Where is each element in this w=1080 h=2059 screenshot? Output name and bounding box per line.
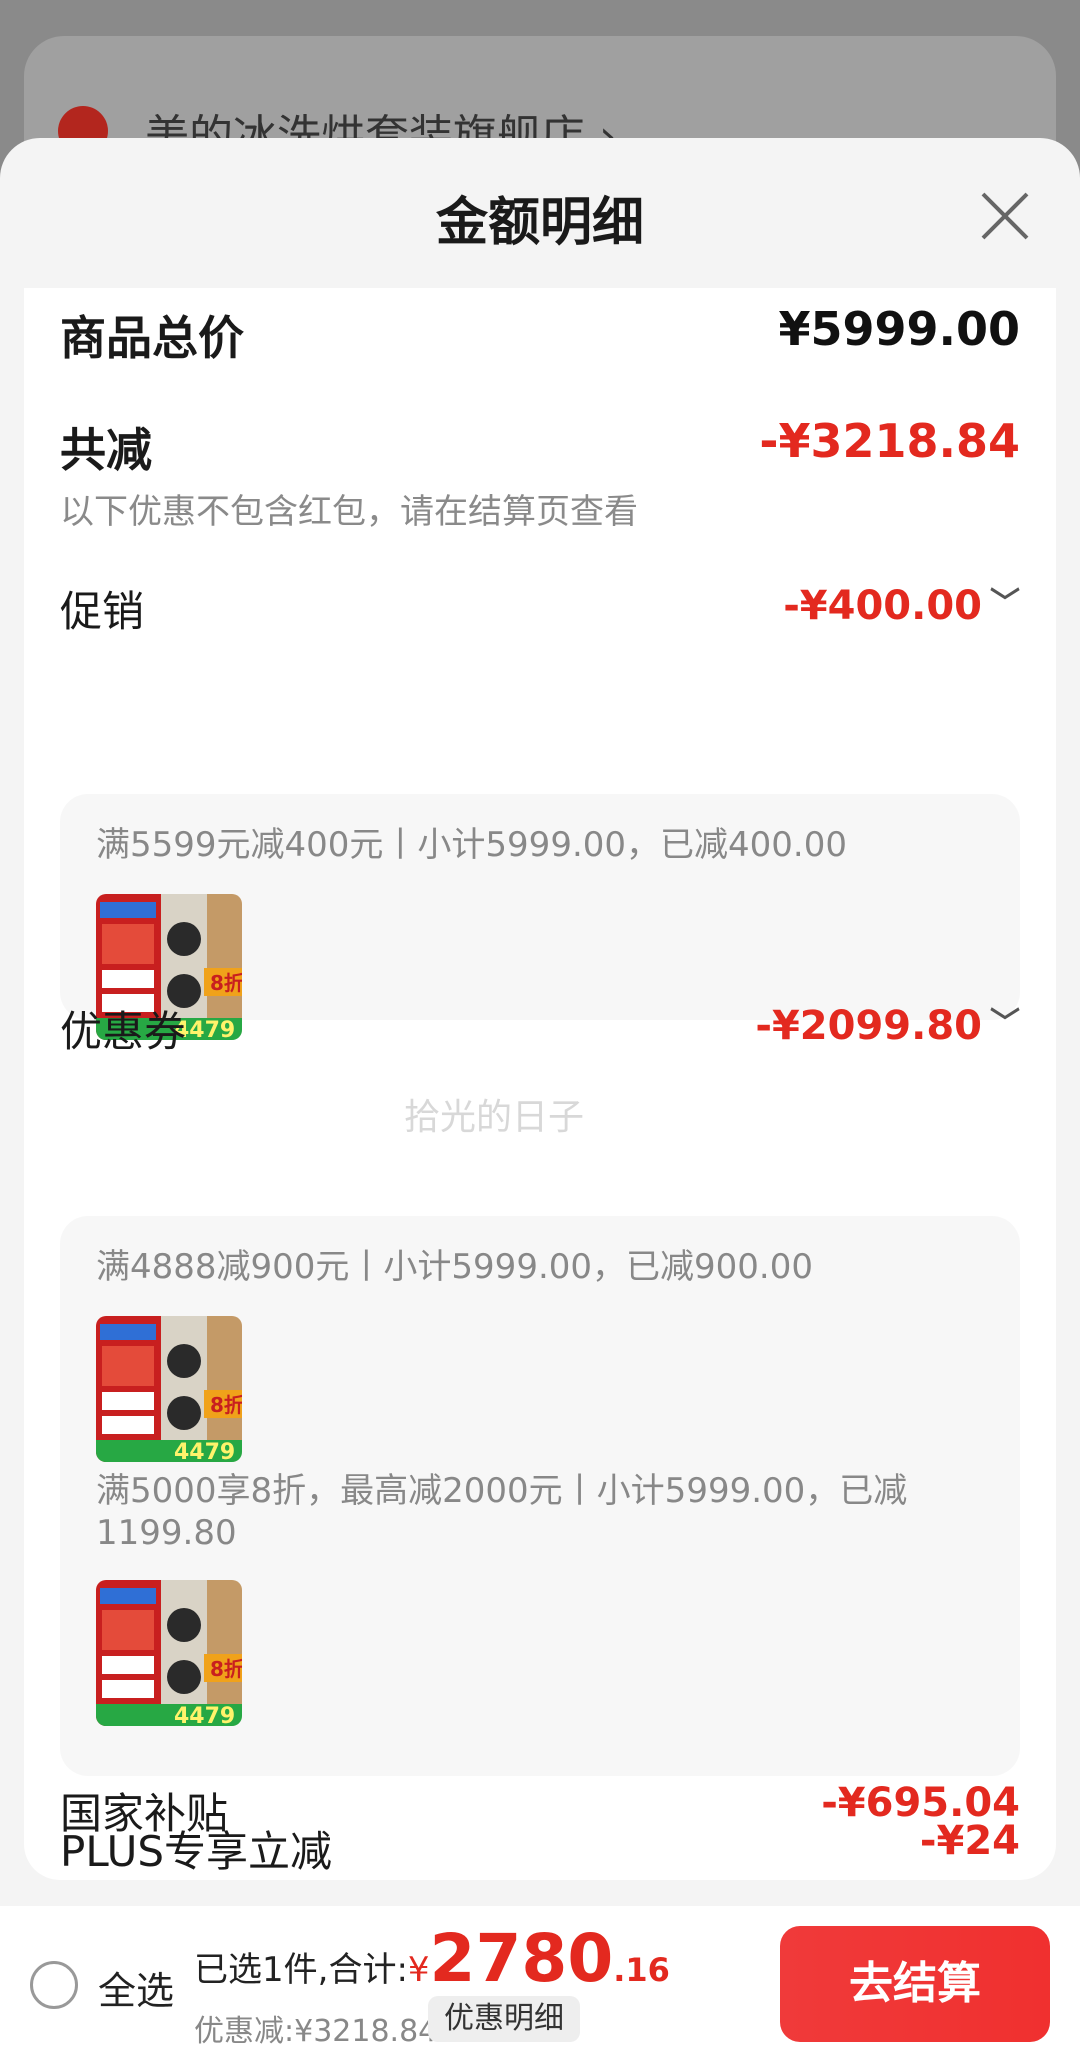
promotion-value-wrap: -¥400.00 ﹀ (783, 578, 1020, 629)
currency-symbol: ¥ (407, 1950, 430, 1990)
reduce-note: 以下优惠不包含红包，请在结算页查看 (60, 492, 638, 532)
close-icon (981, 192, 1029, 240)
total-summary: 已选1件,合计:¥2780.16 (194, 1920, 670, 1997)
bottom-bar: 全选 已选1件,合计:¥2780.16 优惠减:¥3218.84 优惠明细 去结… (0, 1906, 1080, 2059)
total-amount-integer: 2780 (429, 1920, 614, 1997)
national-subsidy-label: 国家补贴 (60, 1789, 229, 1838)
total-price-label: 商品总价 (60, 311, 244, 365)
discount-detail-button[interactable]: 优惠明细 (428, 1996, 580, 2042)
promotion-rule: 满5599元减400元丨小计5999.00，已减400.00 (96, 825, 847, 865)
coupon-rule-2-line-2: 1199.80 (96, 1513, 237, 1553)
amount-detail-card: 商品总价 ¥5999.00 共减 -¥3218.84 以下优惠不包含红包，请在结… (24, 288, 1056, 1880)
coupon-rule-1: 满4888减900元丨小计5999.00，已减900.00 (96, 1247, 813, 1287)
amount-detail-sheet: 金额明细 商品总价 ¥5999.00 共减 -¥3218.84 以下优惠不包含红… (0, 138, 1080, 2059)
coupon-rule-2-line-1: 满5000享8折，最高减2000元丨小计5999.00，已减 (96, 1471, 908, 1511)
thumb-badge: 8折 (210, 1657, 242, 1681)
chevron-down-icon: ﹀ (990, 586, 1020, 621)
checkout-button[interactable]: 去结算 (780, 1926, 1050, 2042)
coupon-value: -¥2099.80 (755, 1003, 982, 1049)
coupon-row[interactable]: 优惠券 -¥2099.80 ﹀ (60, 998, 1020, 1056)
close-button[interactable] (975, 186, 1035, 246)
coupon-label: 优惠券 (60, 1007, 187, 1056)
total-price-value: ¥5999.00 (778, 302, 1020, 356)
national-subsidy-row: 国家补贴 -¥695.04 (60, 1780, 1020, 1838)
total-amount-decimal: .16 (613, 1951, 670, 1989)
coupon-detail-box: 满4888减900元丨小计5999.00，已减900.00 8折 4479 满5… (60, 1216, 1020, 1776)
select-all-checkbox[interactable] (30, 1961, 78, 2009)
saved-amount: 优惠减:¥3218.84 (194, 2014, 438, 2049)
thumb-price: 4479 (174, 1704, 235, 1726)
promotion-label: 促销 (60, 587, 145, 636)
product-thumbnail-image: 8折 4479 (96, 1316, 242, 1462)
select-all-label[interactable]: 全选 (98, 1960, 174, 2015)
thumb-badge: 8折 (210, 971, 242, 995)
coupon-rule-2: 满5000享8折，最高减2000元丨小计5999.00，已减 1199.80 (96, 1470, 990, 1554)
thumb-badge: 8折 (210, 1393, 242, 1417)
product-thumbnail[interactable]: 8折 4479 (96, 1316, 242, 1462)
total-price-row: 商品总价 ¥5999.00 (60, 302, 1020, 365)
promotion-value: -¥400.00 (783, 583, 982, 629)
watermark: 拾光的日子 (404, 1097, 585, 1138)
total-reduce-value: -¥3218.84 (759, 414, 1020, 468)
sheet-title: 金额明细 (435, 193, 644, 253)
coupon-value-wrap: -¥2099.80 ﹀ (755, 998, 1020, 1049)
total-reduce-label: 共减 (60, 423, 152, 477)
product-thumbnail[interactable]: 8折 4479 (96, 1580, 242, 1726)
total-reduce-row: 共减 -¥3218.84 (60, 414, 1020, 477)
selected-count-text: 已选1件,合计: (194, 1950, 408, 1990)
promotion-detail-box: 满5599元减400元丨小计5999.00，已减400.00 8折 4479 (60, 794, 1020, 1040)
chevron-down-icon: ﹀ (990, 1006, 1020, 1041)
promotion-row[interactable]: 促销 -¥400.00 ﹀ (60, 578, 1020, 636)
product-thumbnail-image: 8折 4479 (96, 1580, 242, 1726)
national-subsidy-value: -¥695.04 (821, 1780, 1020, 1826)
thumb-price: 4479 (174, 1440, 235, 1462)
